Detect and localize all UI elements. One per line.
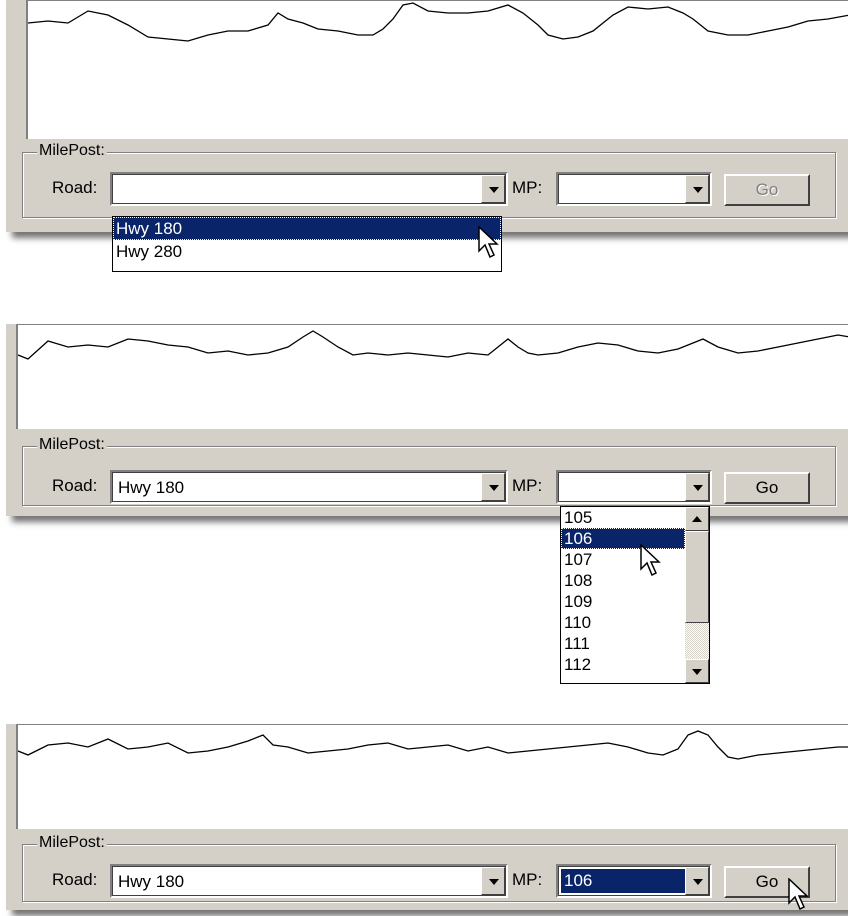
mp-label: MP: [512, 476, 543, 495]
milepost-panel-2: MilePost: Road: Hwy 180 MP: Go [6, 324, 848, 516]
road-value: Hwy 180 [118, 872, 185, 891]
elevation-profile-view [16, 324, 848, 429]
arrow-cursor-icon [640, 544, 661, 577]
milepost-panel-3: MilePost: Road: Hwy 180 MP: 106 Go [6, 724, 848, 910]
road-label: Road: [52, 870, 98, 889]
mp-combobox[interactable]: 106 [556, 864, 712, 898]
groupbox-label: MilePost: [37, 436, 107, 454]
go-button[interactable]: Go [724, 472, 810, 504]
mp-combobox[interactable] [556, 470, 712, 504]
groupbox-label: MilePost: [37, 834, 107, 852]
dropdown-arrow-icon[interactable] [481, 175, 505, 203]
mp-option[interactable]: 110 [561, 612, 685, 633]
mp-option[interactable]: 105 [561, 507, 685, 528]
road-dropdown-list: Hwy 180 Hwy 280 [112, 216, 502, 272]
mp-option[interactable]: 108 [561, 570, 685, 591]
dropdown-arrow-icon[interactable] [685, 175, 709, 203]
arrow-cursor-icon [478, 226, 499, 259]
mp-value: 106 [560, 868, 687, 894]
scrollbar-thumb[interactable] [685, 531, 709, 623]
groupbox-label: MilePost: [37, 142, 107, 160]
mp-combobox[interactable] [556, 172, 712, 206]
elevation-profile-line [18, 330, 848, 360]
mp-label: MP: [512, 870, 543, 889]
go-button[interactable]: Go [724, 174, 810, 206]
road-label: Road: [52, 178, 98, 197]
dropdown-arrow-icon[interactable] [481, 867, 505, 895]
milepost-panel-1: MilePost: Road: MP: Go [6, 0, 848, 232]
dropdown-arrow-icon[interactable] [481, 473, 505, 501]
road-value: Hwy 180 [118, 478, 185, 497]
scroll-down-icon[interactable] [685, 659, 709, 683]
road-option-hwy-280[interactable]: Hwy 280 [113, 240, 501, 263]
mp-option[interactable]: 109 [561, 591, 685, 612]
road-label: Road: [52, 476, 98, 495]
mp-dropdown-list: 105 106 107 108 109 110 111 112 [560, 506, 710, 684]
dropdown-arrow-icon[interactable] [685, 473, 709, 501]
road-combobox[interactable]: Hwy 180 [110, 864, 508, 898]
scroll-up-icon[interactable] [685, 507, 709, 531]
mp-option[interactable]: 107 [561, 549, 685, 570]
road-combobox[interactable] [110, 172, 508, 206]
dropdown-arrow-icon[interactable] [685, 867, 709, 895]
elevation-profile-line [28, 2, 848, 42]
mp-option[interactable]: 112 [561, 654, 685, 675]
mp-option[interactable]: 106 [561, 528, 685, 549]
scrollbar-track[interactable] [685, 623, 709, 659]
elevation-profile-view [16, 724, 848, 829]
mp-option[interactable]: 111 [561, 633, 685, 654]
arrow-cursor-icon [788, 878, 809, 911]
road-option-hwy-180[interactable]: Hwy 180 [113, 217, 501, 240]
road-combobox[interactable]: Hwy 180 [110, 470, 508, 504]
elevation-profile-line [18, 730, 848, 760]
mp-label: MP: [512, 178, 543, 197]
elevation-profile-view [26, 0, 848, 139]
mp-scrollbar[interactable] [685, 507, 709, 683]
